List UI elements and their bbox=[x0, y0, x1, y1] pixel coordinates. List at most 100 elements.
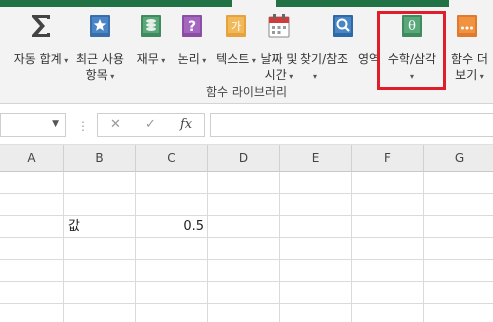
column-header-g[interactable]: G bbox=[424, 145, 493, 172]
cell-a5[interactable] bbox=[0, 260, 64, 282]
chevron-down-icon: ▾ bbox=[107, 72, 115, 81]
question-book-icon: ? bbox=[182, 15, 202, 37]
name-box[interactable]: ▼ bbox=[0, 113, 66, 137]
cell-d6[interactable] bbox=[208, 282, 280, 304]
cell-b6[interactable] bbox=[64, 282, 136, 304]
formula-input[interactable] bbox=[210, 113, 493, 137]
more-functions-label-line2: 보기 bbox=[455, 68, 478, 82]
cell-f7[interactable] bbox=[352, 304, 424, 322]
calendar-book-icon bbox=[268, 14, 290, 38]
ga-book-icon: 가 bbox=[226, 15, 246, 37]
cell-c5[interactable] bbox=[136, 260, 208, 282]
cell-f1[interactable] bbox=[352, 172, 424, 194]
cell-f6[interactable] bbox=[352, 282, 424, 304]
chevron-down-icon: ▾ bbox=[313, 72, 318, 81]
cell-c7[interactable] bbox=[136, 304, 208, 322]
cell-e6[interactable] bbox=[280, 282, 352, 304]
cell-a4[interactable] bbox=[0, 238, 64, 260]
svg-text:가: 가 bbox=[231, 20, 241, 33]
cell-b1[interactable] bbox=[64, 172, 136, 194]
cell-a3[interactable] bbox=[0, 216, 64, 238]
column-header-d[interactable]: D bbox=[208, 145, 280, 172]
date-time-button[interactable]: 날짜 및 시간 ▾ bbox=[256, 11, 302, 82]
cell-c1[interactable] bbox=[136, 172, 208, 194]
lookup-reference-button[interactable]: 찾기/참조 영역 ▾ bbox=[300, 11, 380, 81]
cell-e7[interactable] bbox=[280, 304, 352, 322]
cell-a6[interactable] bbox=[0, 282, 64, 304]
cell-b5[interactable] bbox=[64, 260, 136, 282]
cell-c2[interactable] bbox=[136, 194, 208, 216]
cell-f3[interactable] bbox=[352, 216, 424, 238]
date-time-label-line2: 시간 bbox=[264, 68, 287, 82]
column-header-e[interactable]: E bbox=[280, 145, 352, 172]
cell-c3[interactable]: 0.5 bbox=[136, 216, 208, 238]
cell-g1[interactable] bbox=[424, 172, 493, 194]
title-bar-strip bbox=[0, 0, 493, 7]
logical-label: 논리 bbox=[177, 52, 200, 66]
cell-f2[interactable] bbox=[352, 194, 424, 216]
cell-f5[interactable] bbox=[352, 260, 424, 282]
tab-notch bbox=[232, 0, 276, 7]
cell-b3[interactable]: 값 bbox=[64, 216, 136, 238]
cell-a7[interactable] bbox=[0, 304, 64, 322]
cell-d1[interactable] bbox=[208, 172, 280, 194]
column-header-f[interactable]: F bbox=[352, 145, 424, 172]
chevron-down-icon: ▾ bbox=[286, 72, 294, 81]
column-header-c[interactable]: C bbox=[136, 145, 208, 172]
financial-button[interactable]: 재무 ▾ bbox=[131, 11, 171, 81]
cancel-icon[interactable]: ✕ bbox=[110, 117, 121, 132]
autosum-button[interactable]: 자동 합계 ▾ bbox=[10, 11, 72, 81]
cell-a1[interactable] bbox=[0, 172, 64, 194]
logical-button[interactable]: ? 논리 ▾ bbox=[172, 11, 212, 81]
magnifier-book-icon bbox=[333, 15, 353, 37]
chevron-down-icon[interactable]: ▼ bbox=[52, 119, 59, 129]
cell-e2[interactable] bbox=[280, 194, 352, 216]
star-book-icon bbox=[90, 15, 110, 37]
enter-icon[interactable]: ✓ bbox=[145, 117, 156, 132]
worksheet-grid: A B C D E F G 값 0.5 bbox=[0, 145, 493, 322]
cell-b7[interactable] bbox=[64, 304, 136, 322]
cell-c6[interactable] bbox=[136, 282, 208, 304]
cell-b2[interactable] bbox=[64, 194, 136, 216]
cell-d7[interactable] bbox=[208, 304, 280, 322]
more-functions-label: 함수 더 bbox=[451, 52, 488, 66]
cell-d2[interactable] bbox=[208, 194, 280, 216]
cell-g2[interactable] bbox=[424, 194, 493, 216]
more-functions-button[interactable]: 함수 더 보기 ▾ bbox=[446, 11, 493, 82]
cell-d5[interactable] bbox=[208, 260, 280, 282]
cell-e5[interactable] bbox=[280, 260, 352, 282]
cell-e1[interactable] bbox=[280, 172, 352, 194]
chevron-down-icon: ▾ bbox=[158, 56, 166, 65]
cell-d3[interactable] bbox=[208, 216, 280, 238]
chevron-down-icon: ▾ bbox=[477, 72, 484, 81]
cell-g3[interactable] bbox=[424, 216, 493, 238]
chevron-down-icon: ▾ bbox=[61, 56, 69, 65]
text-button[interactable]: 가 텍스트 ▾ bbox=[212, 11, 260, 81]
formula-bar: ▼ ⋮ ✕ ✓ fx bbox=[0, 105, 493, 145]
cell-d4[interactable] bbox=[208, 238, 280, 260]
splitter-handle[interactable]: ⋮ bbox=[77, 119, 89, 133]
money-book-icon bbox=[141, 15, 161, 37]
column-header-b[interactable]: B bbox=[64, 145, 136, 172]
cell-g6[interactable] bbox=[424, 282, 493, 304]
cell-e4[interactable] bbox=[280, 238, 352, 260]
cell-g7[interactable] bbox=[424, 304, 493, 322]
cell-e3[interactable] bbox=[280, 216, 352, 238]
sigma-icon bbox=[32, 15, 50, 37]
lookup-reference-label: 찾기/참조 bbox=[300, 52, 349, 66]
dots-book-icon bbox=[457, 15, 477, 37]
cell-f4[interactable] bbox=[352, 238, 424, 260]
cell-b4[interactable] bbox=[64, 238, 136, 260]
column-header-a[interactable]: A bbox=[0, 145, 64, 172]
recently-used-button[interactable]: 최근 사용 항목 ▾ bbox=[70, 11, 130, 82]
insert-function-icon[interactable]: fx bbox=[180, 117, 192, 132]
formula-buttons: ✕ ✓ fx bbox=[97, 113, 205, 137]
ribbon: 자동 합계 ▾ 최근 사용 항목 ▾ 재무 ▾ ? 논리 ▾ 가 텍스트 ▾ 날… bbox=[0, 7, 493, 104]
cell-a2[interactable] bbox=[0, 194, 64, 216]
text-label: 텍스트 bbox=[216, 52, 250, 66]
recently-used-label-line2: 항목 bbox=[85, 68, 108, 82]
cell-g5[interactable] bbox=[424, 260, 493, 282]
cell-g4[interactable] bbox=[424, 238, 493, 260]
highlight-box bbox=[377, 11, 446, 90]
cell-c4[interactable] bbox=[136, 238, 208, 260]
